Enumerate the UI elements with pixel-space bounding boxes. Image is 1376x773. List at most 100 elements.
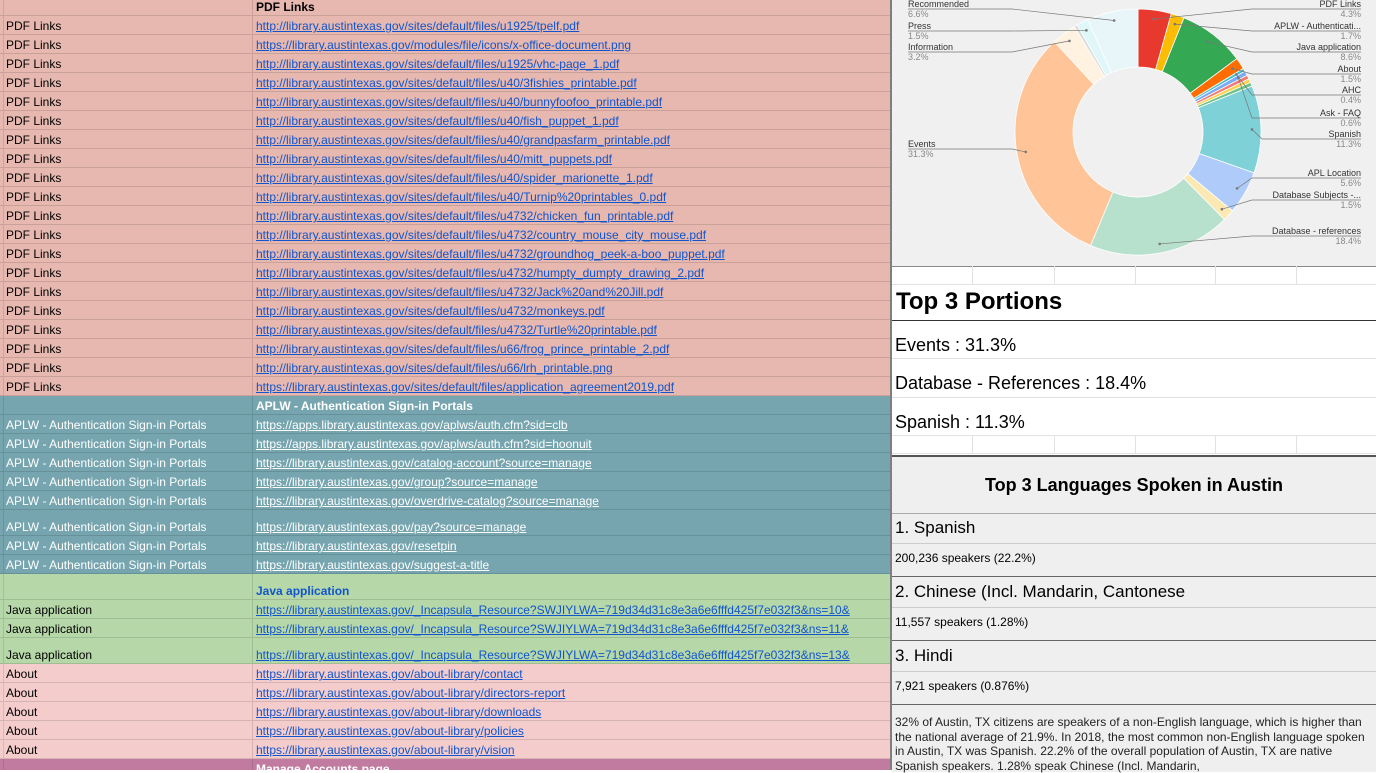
category-cell[interactable]: PDF Links [6,76,61,90]
url-link[interactable]: http://library.austintexas.gov/sites/def… [256,361,613,375]
table-row[interactable]: PDF Links http://library.austintexas.gov/… [0,339,890,358]
section-header-pdf[interactable]: PDF Links [0,0,890,16]
table-row[interactable]: Java application https://library.austinte… [0,600,890,619]
category-cell[interactable]: PDF Links [6,380,61,394]
category-cell[interactable]: APLW - Authentication Sign-in Portals [6,520,207,534]
url-link[interactable]: https://library.austintexas.gov/_Incapsu… [256,622,849,636]
table-row[interactable]: APLW - Authentication Sign-in Portals htt… [0,453,890,472]
category-cell[interactable]: PDF Links [6,95,61,109]
url-link[interactable]: https://library.austintexas.gov/modules/… [256,38,631,52]
url-link[interactable]: http://library.austintexas.gov/sites/def… [256,133,670,147]
category-cell[interactable]: Java application [6,648,92,662]
category-cell[interactable]: About [6,724,37,738]
url-link[interactable]: http://library.austintexas.gov/sites/def… [256,342,669,356]
category-cell[interactable]: PDF Links [6,342,61,356]
category-cell[interactable]: PDF Links [6,266,61,280]
url-link[interactable]: http://library.austintexas.gov/sites/def… [256,209,673,223]
url-link[interactable]: https://library.austintexas.gov/_Incapsu… [256,603,850,617]
category-cell[interactable]: PDF Links [6,323,61,337]
url-link[interactable]: https://library.austintexas.gov/suggest-… [256,558,489,572]
table-row[interactable]: APLW - Authentication Sign-in Portals htt… [0,555,890,574]
category-cell[interactable]: PDF Links [6,38,61,52]
url-link[interactable]: https://library.austintexas.gov/about-li… [256,667,523,681]
url-link[interactable]: http://library.austintexas.gov/sites/def… [256,228,706,242]
url-link[interactable]: http://library.austintexas.gov/sites/def… [256,247,725,261]
table-row[interactable]: PDF Links http://library.austintexas.gov/… [0,263,890,282]
table-row[interactable]: PDF Links https://library.austintexas.gov… [0,35,890,54]
table-row[interactable]: About https://library.austintexas.gov/abo… [0,721,890,740]
url-link[interactable]: http://library.austintexas.gov/sites/def… [256,304,605,318]
category-cell[interactable]: APLW - Authentication Sign-in Portals [6,418,207,432]
table-row[interactable]: PDF Links http://library.austintexas.gov/… [0,225,890,244]
url-link[interactable]: https://library.austintexas.gov/catalog-… [256,456,592,470]
table-row[interactable]: APLW - Authentication Sign-in Portals htt… [0,415,890,434]
category-cell[interactable]: Java application [6,622,92,636]
section-header-java[interactable]: Java application [0,574,890,600]
category-cell[interactable]: PDF Links [6,190,61,204]
table-row[interactable]: PDF Links http://library.austintexas.gov/… [0,187,890,206]
table-row[interactable]: PDF Links http://library.austintexas.gov/… [0,54,890,73]
url-link[interactable]: http://library.austintexas.gov/sites/def… [256,152,612,166]
url-link[interactable]: https://library.austintexas.gov/overdriv… [256,494,599,508]
table-row[interactable]: PDF Links http://library.austintexas.gov/… [0,244,890,263]
category-cell[interactable]: APLW - Authentication Sign-in Portals [6,437,207,451]
url-link[interactable]: https://library.austintexas.gov/_Incapsu… [256,648,850,662]
category-cell[interactable]: PDF Links [6,171,61,185]
category-cell[interactable]: APLW - Authentication Sign-in Portals [6,539,207,553]
category-cell[interactable]: APLW - Authentication Sign-in Portals [6,494,207,508]
category-cell[interactable]: PDF Links [6,228,61,242]
table-row[interactable]: APLW - Authentication Sign-in Portals htt… [0,472,890,491]
table-row[interactable]: APLW - Authentication Sign-in Portals htt… [0,536,890,555]
category-cell[interactable]: PDF Links [6,361,61,375]
category-cell[interactable]: PDF Links [6,19,61,33]
url-link[interactable]: http://library.austintexas.gov/sites/def… [256,76,637,90]
table-row[interactable]: About https://library.austintexas.gov/abo… [0,702,890,721]
table-row[interactable]: PDF Links https://library.austintexas.gov… [0,377,890,396]
table-row[interactable]: APLW - Authentication Sign-in Portals htt… [0,491,890,510]
url-link[interactable]: https://library.austintexas.gov/about-li… [256,705,541,719]
table-row[interactable]: About https://library.austintexas.gov/abo… [0,740,890,759]
category-cell[interactable]: Java application [6,603,92,617]
category-cell[interactable]: APLW - Authentication Sign-in Portals [6,475,207,489]
category-cell[interactable]: About [6,667,37,681]
url-link[interactable]: https://library.austintexas.gov/about-li… [256,686,565,700]
category-cell[interactable]: PDF Links [6,304,61,318]
table-row[interactable]: Java application https://library.austinte… [0,638,890,664]
section-header-aplw[interactable]: APLW - Authentication Sign-in Portals [0,396,890,415]
category-cell[interactable]: APLW - Authentication Sign-in Portals [6,558,207,572]
table-row[interactable]: About https://library.austintexas.gov/abo… [0,683,890,702]
url-link[interactable]: http://library.austintexas.gov/sites/def… [256,114,619,128]
category-cell[interactable]: PDF Links [6,152,61,166]
category-cell[interactable]: PDF Links [6,114,61,128]
category-cell[interactable]: About [6,743,37,757]
category-cell[interactable]: About [6,705,37,719]
url-link[interactable]: https://library.austintexas.gov/about-li… [256,724,524,738]
table-row[interactable]: PDF Links http://library.austintexas.gov/… [0,168,890,187]
url-link[interactable]: http://library.austintexas.gov/sites/def… [256,190,666,204]
category-cell[interactable]: APLW - Authentication Sign-in Portals [6,456,207,470]
table-row[interactable]: PDF Links http://library.austintexas.gov/… [0,320,890,339]
category-cell[interactable]: PDF Links [6,57,61,71]
table-row[interactable]: PDF Links http://library.austintexas.gov/… [0,206,890,225]
table-row[interactable]: PDF Links http://library.austintexas.gov/… [0,73,890,92]
table-row[interactable]: APLW - Authentication Sign-in Portals htt… [0,510,890,536]
url-link[interactable]: http://library.austintexas.gov/sites/def… [256,171,653,185]
table-row[interactable]: PDF Links http://library.austintexas.gov/… [0,16,890,35]
url-link[interactable]: http://library.austintexas.gov/sites/def… [256,323,657,337]
url-link[interactable]: https://apps.library.austintexas.gov/apl… [256,418,568,432]
category-cell[interactable]: About [6,686,37,700]
url-link[interactable]: http://library.austintexas.gov/sites/def… [256,19,579,33]
table-row[interactable]: PDF Links http://library.austintexas.gov/… [0,301,890,320]
table-row[interactable]: Java application https://library.austinte… [0,619,890,638]
table-row[interactable]: PDF Links http://library.austintexas.gov/… [0,111,890,130]
url-link[interactable]: https://library.austintexas.gov/about-li… [256,743,515,757]
table-row[interactable]: PDF Links http://library.austintexas.gov/… [0,149,890,168]
url-link[interactable]: https://library.austintexas.gov/sites/de… [256,380,674,394]
category-cell[interactable]: PDF Links [6,285,61,299]
table-row[interactable]: PDF Links http://library.austintexas.gov/… [0,282,890,301]
table-row[interactable]: PDF Links http://library.austintexas.gov/… [0,130,890,149]
url-link[interactable]: https://apps.library.austintexas.gov/apl… [256,437,592,451]
url-link[interactable]: http://library.austintexas.gov/sites/def… [256,57,619,71]
donut-chart[interactable]: PDF Links 4.3% APLW - Authenticati... 1.7% J… [892,0,1376,267]
url-link[interactable]: https://library.austintexas.gov/group?so… [256,475,538,489]
